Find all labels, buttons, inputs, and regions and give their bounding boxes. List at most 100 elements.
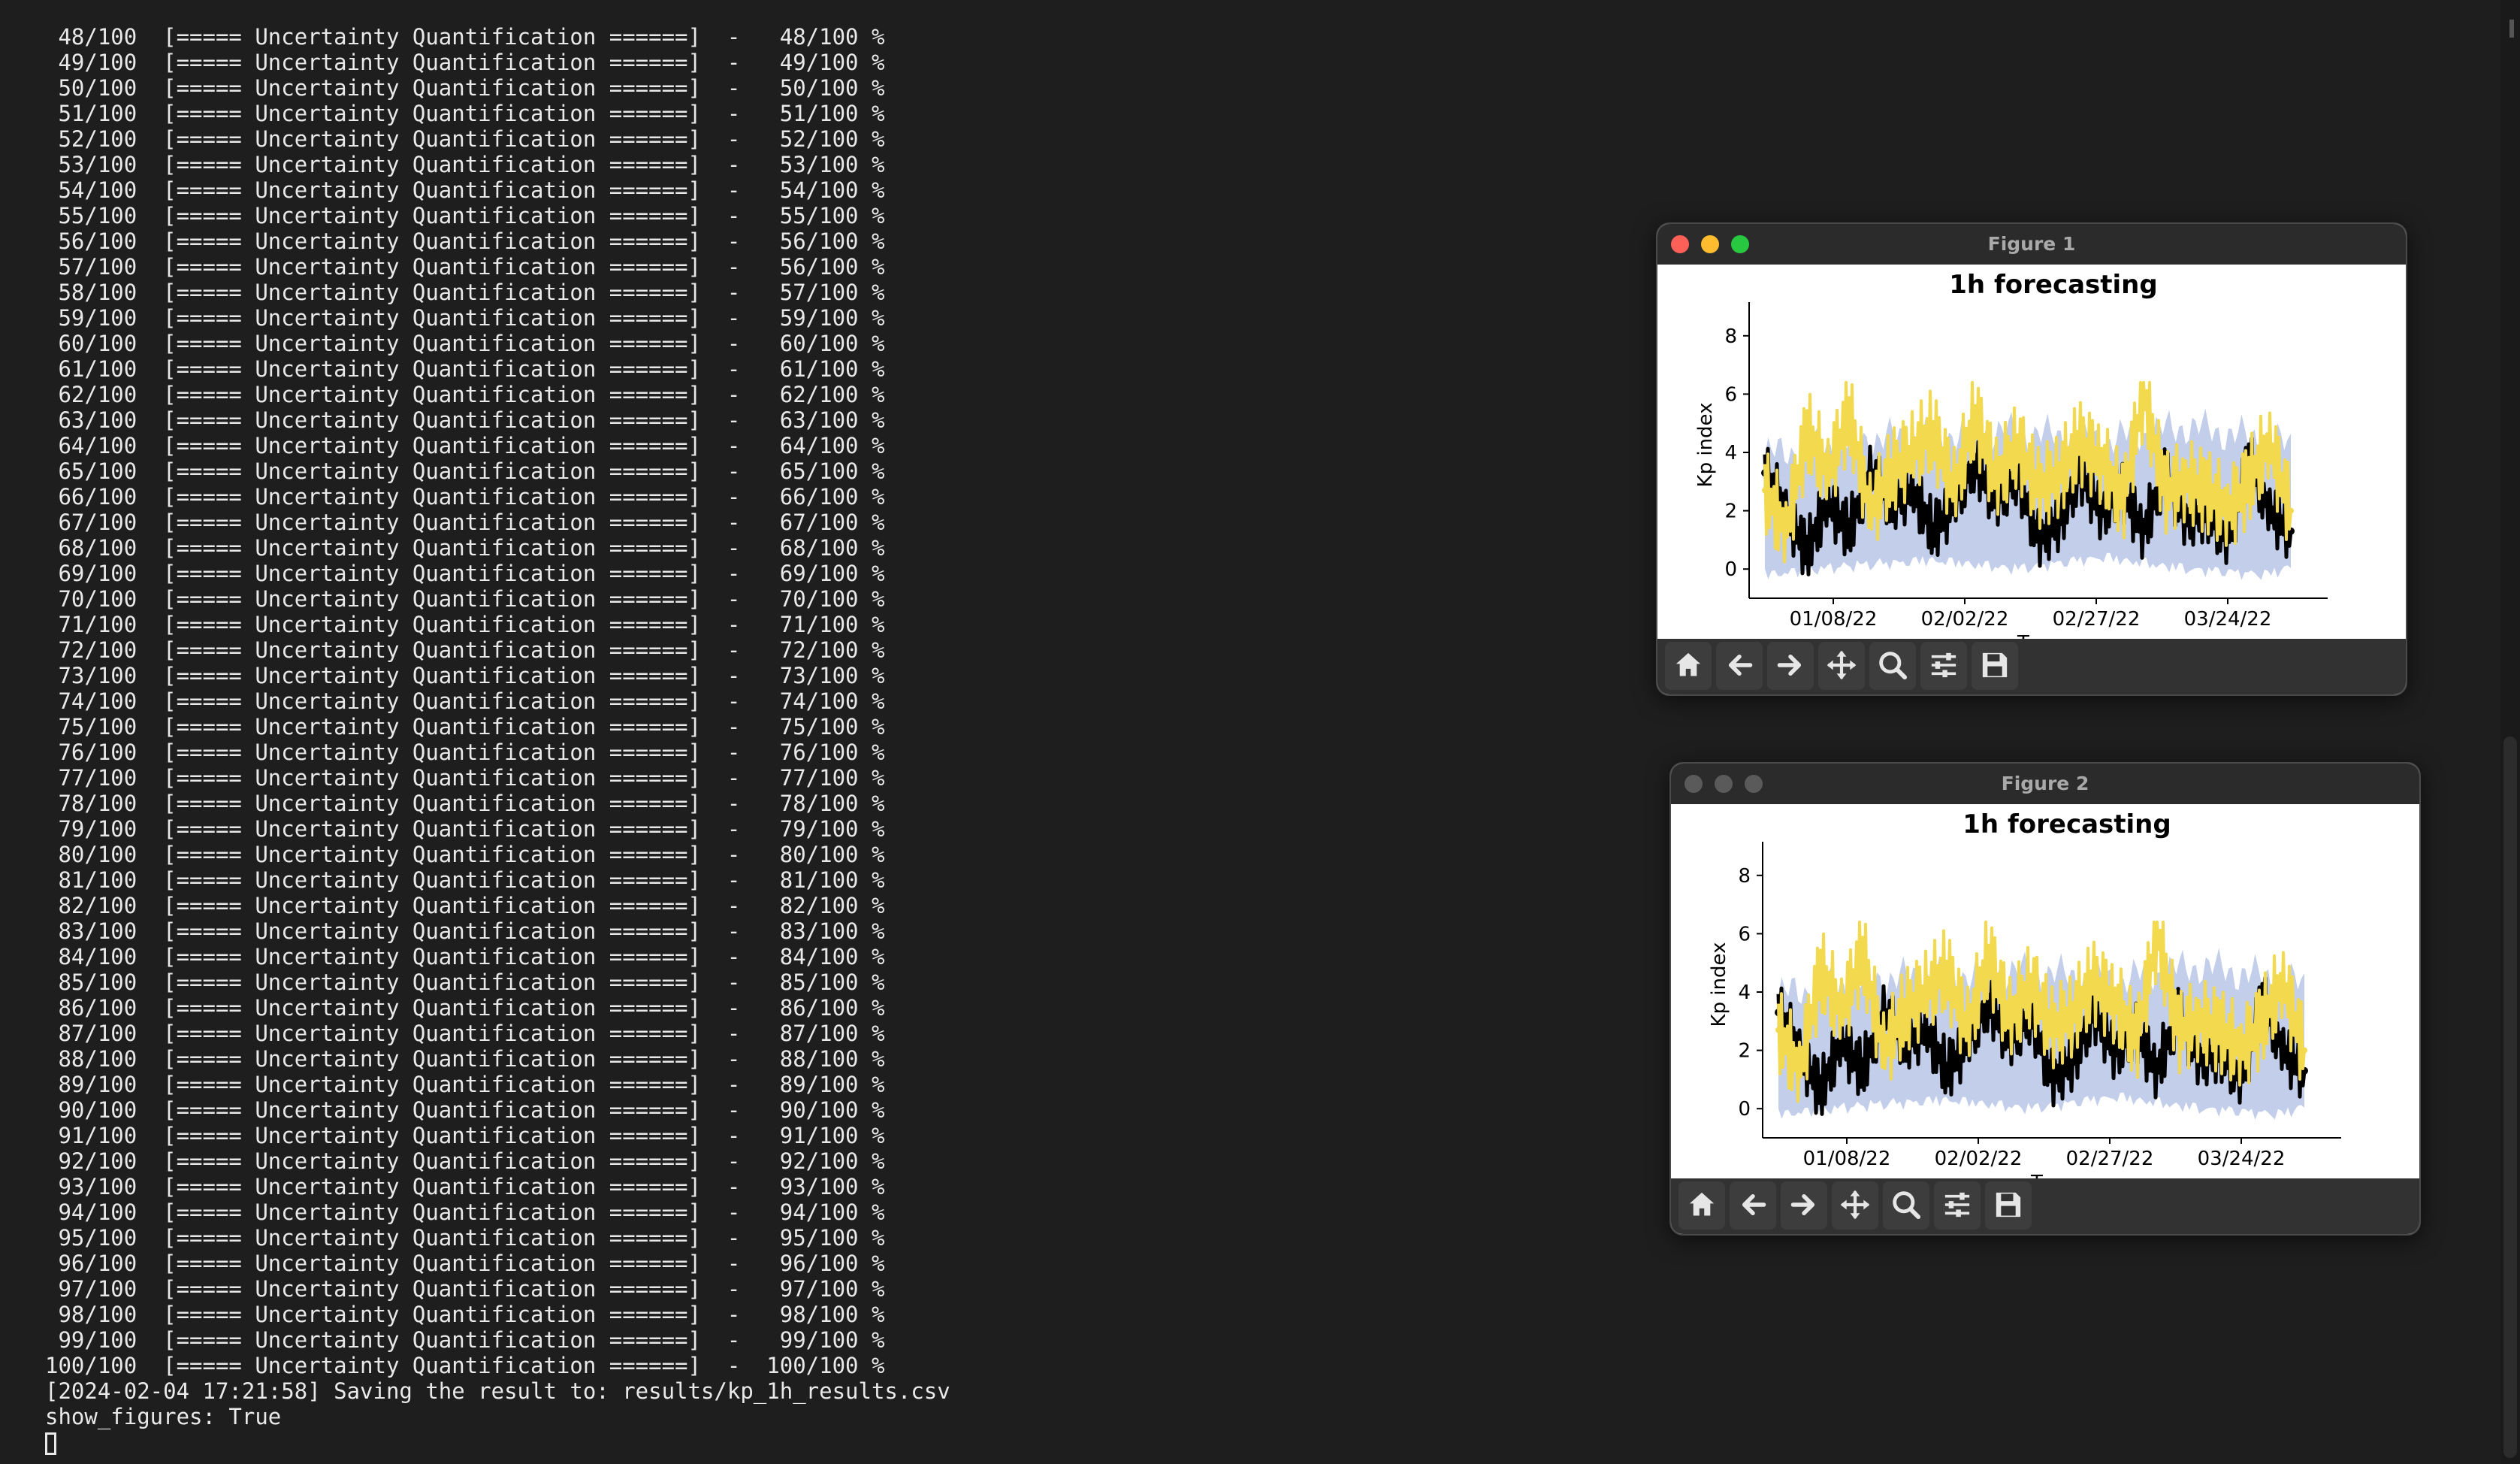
- forecast-point: [1825, 470, 1831, 476]
- terminal-line: 95/100 [===== Uncertainty Quantification…: [45, 1225, 885, 1251]
- terminal-line: show_figures: True: [45, 1404, 282, 1429]
- forecast-point: [2154, 930, 2160, 937]
- terminal-line: 79/100 [===== Uncertainty Quantification…: [45, 816, 885, 842]
- save-button[interactable]: [1972, 642, 2018, 690]
- pan-button[interactable]: [1832, 1181, 1878, 1230]
- back-button[interactable]: [1730, 1181, 1776, 1230]
- scroll-indicator: [2509, 20, 2514, 38]
- figure-canvas[interactable]: 1h forecasting 0 2 4 6 8 01/08/22 02/02/22 02/27…: [1671, 804, 2419, 1178]
- terminal-line: 97/100 [===== Uncertainty Quantification…: [45, 1276, 885, 1302]
- terminal-line: 78/100 [===== Uncertainty Quantification…: [45, 791, 885, 816]
- scrollbar-thumb[interactable]: [2503, 737, 2517, 1458]
- window-titlebar[interactable]: Figure 2: [1671, 764, 2419, 804]
- y-axis-label: Kp index: [1708, 942, 1730, 1027]
- terminal-line: 48/100 [===== Uncertainty Quantification…: [45, 24, 885, 50]
- observed-point: [2048, 1075, 2056, 1084]
- figure-1-window[interactable]: Figure 1 1h forecasting 0 2 4 6 8 01/08/22 02/0…: [1656, 222, 2407, 696]
- terminal-line: 59/100 [===== Uncertainty Quantification…: [45, 305, 885, 331]
- forecast-point: [2098, 458, 2105, 464]
- terminal-line: 55/100 [===== Uncertainty Quantification…: [45, 203, 885, 228]
- forecast-point: [2238, 1047, 2244, 1054]
- terminal-line: 94/100 [===== Uncertainty Quantification…: [45, 1199, 885, 1225]
- forward-button[interactable]: [1767, 642, 1814, 690]
- x-axis-label: T: [2030, 1172, 2043, 1178]
- observed-point: [1908, 486, 1916, 495]
- forecast-point: [1867, 507, 1873, 514]
- forecast-point: [2120, 499, 2126, 505]
- terminal-line: 99/100 [===== Uncertainty Quantification…: [45, 1327, 885, 1353]
- figure-2-window[interactable]: Figure 2 1h forecasting 0 2 4 6 8 01/08/22 02/0…: [1669, 762, 2421, 1236]
- zoom-icon: [1879, 652, 1908, 680]
- forecast-point: [1846, 411, 1852, 418]
- forecast-point: [2288, 507, 2294, 514]
- y-tick-label: 8: [1738, 865, 1751, 888]
- forecast-point: [1951, 487, 1957, 494]
- terminal-line: 76/100 [===== Uncertainty Quantification…: [45, 740, 885, 765]
- terminal-line: 56/100 [===== Uncertainty Quantification…: [45, 228, 885, 254]
- y-tick-label: 2: [1724, 501, 1737, 523]
- zoom-button[interactable]: [1883, 1181, 1929, 1230]
- chart-title: 1h forecasting: [1949, 270, 2157, 300]
- forecast-point: [1930, 428, 1936, 435]
- terminal-line: 74/100 [===== Uncertainty Quantification…: [45, 688, 885, 714]
- configure-subplots-button[interactable]: [1934, 1181, 1981, 1230]
- observed-point: [2098, 507, 2105, 515]
- configure-subplots-button[interactable]: [1920, 642, 1967, 690]
- terminal-line: 52/100 [===== Uncertainty Quantification…: [45, 126, 885, 152]
- terminal-line: 65/100 [===== Uncertainty Quantification…: [45, 458, 885, 484]
- forecast-point: [1888, 470, 1894, 476]
- save-button[interactable]: [1985, 1181, 2032, 1230]
- x-tick-label: 02/02/22: [1921, 608, 2009, 631]
- terminal-line: 75/100 [===== Uncertainty Quantification…: [45, 714, 885, 740]
- prompt-line[interactable]: [45, 1429, 1623, 1455]
- figure-canvas[interactable]: 1h forecasting 0 2 4 6 8 01/08/22 02/02/22 02/27…: [1657, 265, 2406, 639]
- terminal-line: 91/100 [===== Uncertainty Quantification…: [45, 1123, 885, 1148]
- y-tick-label: 8: [1724, 325, 1737, 348]
- forecast-point: [2162, 487, 2168, 494]
- terminal-line: 85/100 [===== Uncertainty Quantification…: [45, 969, 885, 995]
- zoom-button[interactable]: [1869, 642, 1916, 690]
- back-button[interactable]: [1716, 642, 1763, 690]
- terminal-line: 64/100 [===== Uncertainty Quantification…: [45, 433, 885, 458]
- forecast-point: [2070, 1009, 2076, 1016]
- forecast-point: [1902, 1009, 1908, 1016]
- forecast-point: [1775, 1027, 1781, 1033]
- observed-point: [1922, 1026, 1929, 1034]
- forecast-point: [1817, 968, 1824, 975]
- terminal-line: 69/100 [===== Uncertainty Quantification…: [45, 561, 885, 586]
- y-tick-label: 0: [1738, 1098, 1751, 1121]
- observed-point: [1929, 527, 1937, 535]
- forecast-point: [1804, 428, 1810, 435]
- x-tick-label: 03/24/22: [2198, 1148, 2286, 1170]
- observed-point: [2140, 527, 2147, 535]
- x-tick-label: 02/02/22: [1935, 1148, 2023, 1170]
- home-button[interactable]: [1665, 642, 1712, 690]
- pan-button[interactable]: [1818, 642, 1865, 690]
- forecast-point: [2267, 440, 2273, 447]
- home-icon: [1689, 1192, 1715, 1216]
- terminal-line: 68/100 [===== Uncertainty Quantification…: [45, 535, 885, 561]
- window-titlebar[interactable]: Figure 1: [1657, 224, 2406, 265]
- observed-point: [2266, 507, 2274, 515]
- home-button[interactable]: [1678, 1181, 1725, 1230]
- forecast-point: [1796, 1067, 1802, 1074]
- back-icon: [1742, 1193, 1766, 1216]
- observed-point: [1845, 527, 1853, 535]
- terminal-line: 51/100 [===== Uncertainty Quantification…: [45, 101, 885, 126]
- terminal-line: 49/100 [===== Uncertainty Quantification…: [45, 50, 885, 75]
- forecast-point: [2007, 1018, 2013, 1024]
- terminal-scrollbar[interactable]: [2500, 0, 2520, 1464]
- forecast-point: [2175, 1027, 2181, 1033]
- terminal-line: 63/100 [===== Uncertainty Quantification…: [45, 407, 885, 433]
- observed-point: [2280, 1046, 2287, 1054]
- terminal-line: 54/100 [===== Uncertainty Quantification…: [45, 177, 885, 203]
- forecast-point: [1881, 1047, 1887, 1054]
- window-title: Figure 1: [1987, 233, 2076, 255]
- terminal-line: 71/100 [===== Uncertainty Quantification…: [45, 612, 885, 637]
- chart-title: 1h forecasting: [1963, 809, 2171, 839]
- terminal-output[interactable]: 48/100 [===== Uncertainty Quantification…: [45, 24, 1623, 1459]
- forward-button[interactable]: [1781, 1181, 1827, 1230]
- observed-point: [1859, 1066, 1866, 1075]
- x-tick-label: 02/27/22: [2053, 608, 2141, 631]
- navigation-toolbar: [1657, 639, 2406, 694]
